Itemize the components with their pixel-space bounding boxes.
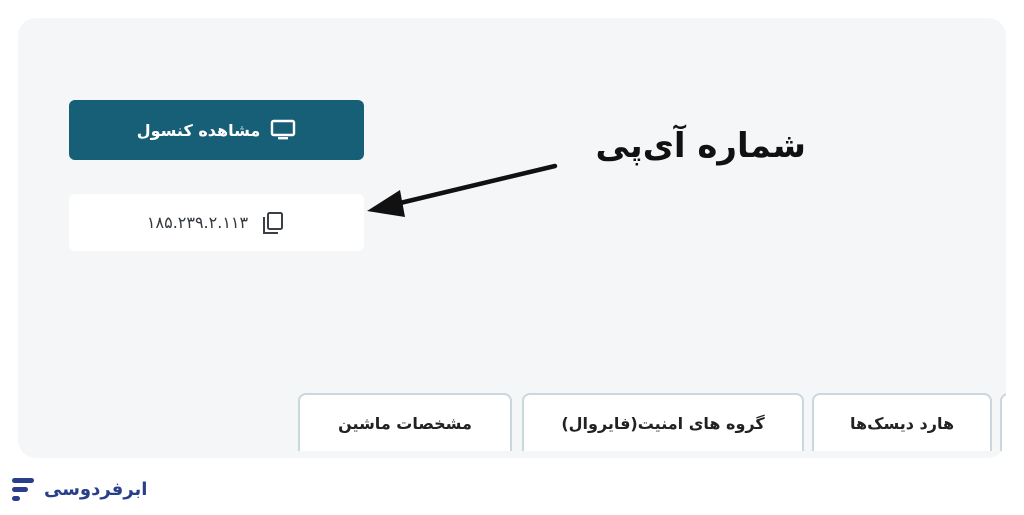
tab-hard-disks[interactable]: هارد دیسک‌ها [812, 393, 992, 451]
ip-address-field[interactable]: ۱۸۵.۲۳۹.۲.۱۱۳ [69, 194, 364, 251]
view-console-button[interactable]: مشاهده کنسول [69, 100, 364, 160]
tab-security-groups[interactable]: گروه های امنیت(فایروال) [522, 393, 804, 451]
monitor-icon [271, 119, 296, 140]
copy-icon[interactable] [260, 210, 286, 236]
tab-partial[interactable] [1000, 393, 1006, 451]
view-console-label: مشاهده کنسول [136, 120, 261, 140]
vm-detail-panel: مشاهده کنسول ۱۸۵.۲۳۹.۲.۱۱۳ شماره آی‌پی م… [18, 18, 1006, 458]
tab-machine-specs[interactable]: مشخصات ماشین [298, 393, 512, 451]
brand-name: ابرفردوسی [44, 478, 148, 500]
tab-bar: مشخصات ماشین گروه های امنیت(فایروال) هار… [298, 393, 1006, 458]
brand-logo: ابرفردوسی [10, 472, 147, 506]
brand-logo-icon [12, 478, 34, 501]
ip-number-annotation: شماره آی‌پی [595, 126, 806, 166]
ip-address-value: ۱۸۵.۲۳۹.۲.۱۱۳ [146, 213, 249, 232]
